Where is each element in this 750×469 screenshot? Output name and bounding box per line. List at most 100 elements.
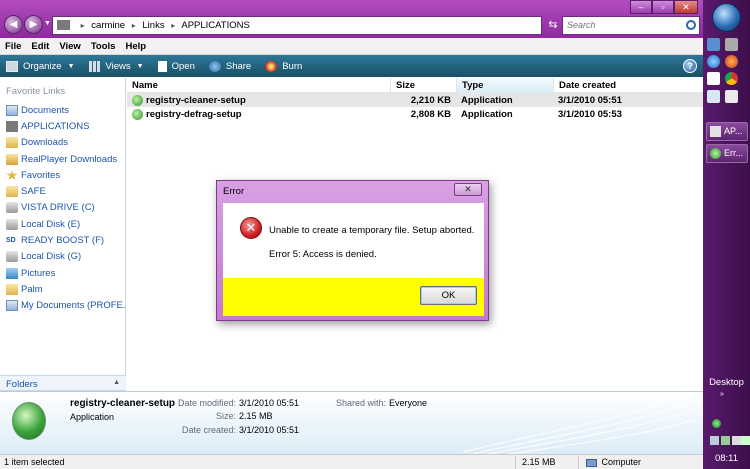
taskbar-button-applications[interactable]: AP... (706, 122, 748, 141)
column-header-type[interactable]: Type (457, 78, 554, 93)
breadcrumb-carmine[interactable]: carmine (91, 20, 125, 31)
minimize-button[interactable]: – (630, 0, 652, 14)
dialog-title: Error (223, 186, 245, 197)
close-button[interactable]: ✕ (674, 0, 698, 14)
refresh-button[interactable]: ⇆ (546, 16, 560, 35)
file-name-cell: registry-defrag-setup (127, 108, 391, 120)
size-label: Size: (215, 411, 236, 421)
dialog-error-code: Error 5: Access is denied. (269, 249, 377, 260)
taskbar-button-error[interactable]: Err... (706, 144, 748, 163)
nav-item-my-documents[interactable]: My Documents (PROFE... (0, 298, 125, 314)
file-date: 3/1/2010 05:51 (558, 94, 622, 106)
folders-toggle[interactable]: Folders ▲ (0, 375, 126, 391)
file-name-cell: registry-cleaner-setup (127, 94, 391, 106)
file-row[interactable]: registry-cleaner-setup 2,210 KB Applicat… (127, 93, 703, 107)
back-button[interactable]: ◀ (4, 15, 23, 34)
window-controls: – ▫ ✕ (630, 0, 698, 15)
maximize-button[interactable]: ▫ (652, 0, 674, 14)
breadcrumb-links[interactable]: Links (142, 20, 164, 31)
nav-item-local-disk-g[interactable]: Local Disk (G) (0, 249, 125, 265)
nav-item-documents[interactable]: Documents (0, 102, 125, 118)
nav-item-safe[interactable]: SAFE (0, 183, 125, 199)
address-bar[interactable]: ▸ carmine ▸ Links ▸ APPLICATIONS ▼ (52, 16, 590, 35)
drive-icon (6, 202, 18, 214)
nav-item-label: My Documents (PROFE... (21, 300, 125, 312)
tray-network-icon[interactable] (712, 419, 721, 428)
nav-item-applications[interactable]: APPLICATIONS (0, 118, 125, 134)
show-desktop-icon[interactable] (707, 38, 720, 51)
command-toolbar: Organize ▼ Views ▼ Open Share Burn ? (0, 55, 703, 77)
firefox-icon[interactable] (725, 55, 738, 68)
menu-help[interactable]: Help (120, 38, 151, 54)
start-button[interactable] (712, 3, 741, 32)
nav-item-vista-drive[interactable]: VISTA DRIVE (C) (0, 200, 125, 216)
chevron-double-right-icon[interactable]: » (720, 391, 724, 398)
nav-item-palm[interactable]: Palm (0, 281, 125, 297)
views-label: Views (105, 60, 131, 72)
share-icon (208, 60, 221, 72)
breadcrumb-separator: ▸ (171, 21, 176, 30)
dialog-close-button[interactable]: ✕ (454, 183, 482, 196)
column-header-date-created[interactable]: Date created (554, 78, 703, 93)
nav-item-ready-boost[interactable]: SD READY BOOST (F) (0, 232, 125, 248)
navigation-pane: Favorite Links Documents APPLICATIONS Do… (0, 78, 126, 375)
forward-button[interactable]: ▶ (24, 15, 43, 34)
column-header-name[interactable]: Name (127, 78, 391, 93)
burn-button[interactable]: Burn (265, 60, 302, 72)
switch-windows-icon[interactable] (725, 38, 738, 51)
open-label: Open (171, 60, 195, 72)
tray-volume-icon[interactable] (741, 436, 750, 445)
dialog-footer: OK (223, 278, 484, 316)
nav-item-favorites[interactable]: Favorites (0, 167, 125, 183)
realplayer-folder-icon (6, 153, 18, 165)
status-divider (578, 456, 579, 469)
menu-file[interactable]: File (0, 38, 26, 54)
clock[interactable]: 08:11 (703, 453, 750, 464)
file-date: 3/1/2010 05:53 (558, 108, 622, 120)
recent-pages-dropdown[interactable]: ▼ (44, 20, 51, 27)
internet-explorer-icon[interactable] (707, 55, 720, 68)
sd-card-icon: SD (6, 235, 18, 247)
document-app-icon[interactable] (725, 90, 738, 103)
safe-folder-icon (6, 186, 18, 198)
error-dialog: Error ✕ ✕ Unable to create a temporary f… (216, 180, 489, 321)
nav-item-pictures[interactable]: Pictures (0, 265, 125, 281)
file-row[interactable]: registry-defrag-setup 2,808 KB Applicati… (127, 107, 703, 121)
status-selection: 1 item selected (4, 457, 65, 467)
tray-icon[interactable] (710, 436, 719, 445)
column-header-size[interactable]: Size (391, 78, 457, 93)
status-divider (515, 456, 516, 469)
nav-item-local-disk-e[interactable]: Local Disk (E) (0, 216, 125, 232)
details-pane: registry-cleaner-setup Application Date … (0, 391, 703, 455)
menu-tools[interactable]: Tools (86, 38, 121, 54)
ok-button[interactable]: OK (420, 286, 477, 305)
nav-item-label: Pictures (21, 267, 56, 279)
search-box[interactable] (562, 16, 700, 35)
nav-item-label: VISTA DRIVE (C) (21, 202, 95, 214)
chrome-icon[interactable] (725, 72, 738, 85)
photo-app-icon[interactable] (707, 90, 720, 103)
nav-item-realplayer-downloads[interactable]: RealPlayer Downloads (0, 151, 125, 167)
organize-button[interactable]: Organize ▼ (6, 60, 75, 72)
share-button[interactable]: Share (208, 60, 251, 72)
nav-item-downloads[interactable]: Downloads (0, 135, 125, 151)
menu-edit[interactable]: Edit (26, 38, 54, 54)
menu-view[interactable]: View (54, 38, 85, 54)
search-icon[interactable] (686, 20, 696, 30)
mail-icon[interactable] (707, 72, 720, 85)
views-button[interactable]: Views ▼ (88, 60, 144, 72)
breadcrumb-applications[interactable]: APPLICATIONS (181, 20, 249, 31)
details-file-type: Application (70, 412, 115, 422)
folder-icon (710, 126, 721, 137)
documents-icon (6, 300, 18, 312)
date-modified-label: Date modified: (177, 398, 236, 408)
help-icon[interactable]: ? (683, 59, 697, 73)
tray-icon[interactable] (732, 436, 741, 445)
tray-icon[interactable] (721, 436, 730, 445)
status-location-label: Computer (601, 457, 642, 467)
desktop-toolbar-label[interactable]: Desktop (703, 377, 750, 388)
date-created-value: 3/1/2010 05:51 (239, 425, 300, 435)
open-button[interactable]: Open (157, 60, 195, 72)
search-input[interactable] (567, 20, 677, 30)
setup-app-icon (132, 94, 143, 106)
